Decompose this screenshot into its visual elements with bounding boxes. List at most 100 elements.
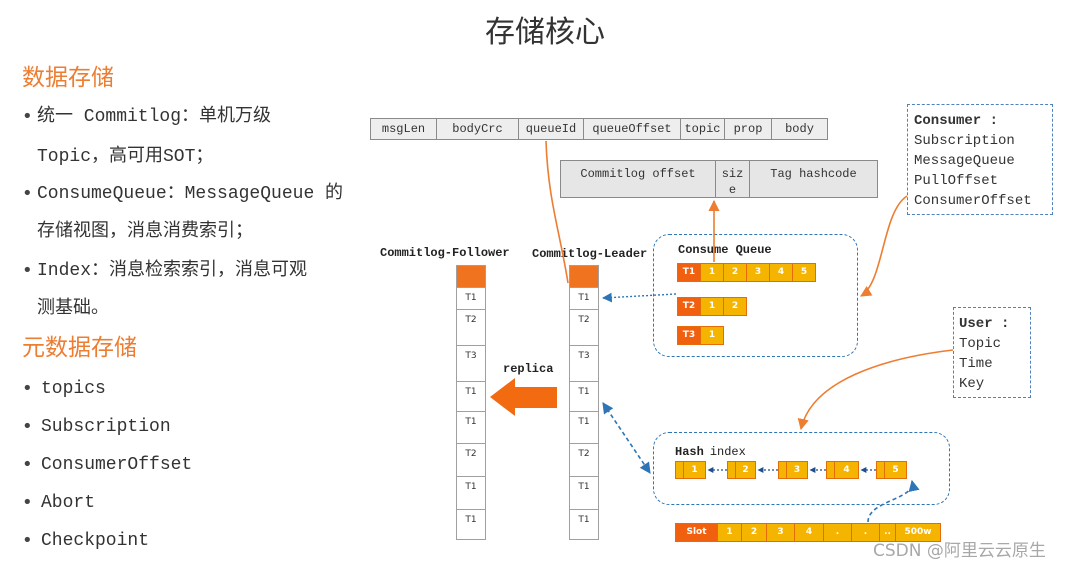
entry-size: size bbox=[716, 161, 750, 197]
consumer-box: Consumer : Subscription MessageQueue Pul… bbox=[907, 104, 1053, 215]
leader-cell: T2 bbox=[570, 444, 598, 477]
hash-entry-pointer bbox=[728, 462, 736, 478]
queue-entry-cell: 5 bbox=[792, 263, 816, 282]
queue-entry-cell: 4 bbox=[769, 263, 793, 282]
slot-label-cell: Slot bbox=[675, 523, 718, 542]
follower-cell: T1 bbox=[457, 477, 485, 510]
watermark: CSDN @阿里云云原生 bbox=[873, 541, 1046, 561]
slot-cell: 3 bbox=[766, 523, 795, 542]
leader-cell: T1 bbox=[570, 477, 598, 510]
follower-cell: T1 bbox=[457, 288, 485, 310]
hash-entry: 4 bbox=[826, 461, 859, 479]
queue-entry-cell: 1 bbox=[700, 326, 724, 345]
hash-entry-number: 2 bbox=[742, 465, 749, 475]
follower-cell: T1 bbox=[465, 515, 477, 525]
slide-title: 存储核心 bbox=[485, 15, 605, 50]
leader-cell: T3 bbox=[570, 346, 598, 382]
message-format-row: msgLen bodyCrc queueId queueOffset topic… bbox=[370, 118, 828, 140]
field-msglen: msgLen bbox=[371, 119, 437, 139]
hash-entry-pointer bbox=[877, 462, 885, 478]
queue-entry-cell: 2 bbox=[723, 263, 747, 282]
bullet-glyph: • bbox=[22, 416, 33, 437]
slot-cell: 4 bbox=[794, 523, 824, 542]
queue-entry-cell: 1 bbox=[700, 263, 724, 282]
user-box: User : Topic Time Key bbox=[953, 307, 1031, 398]
user-title: User : bbox=[959, 316, 1010, 332]
bullet-glyph: • bbox=[22, 454, 33, 475]
bullet-glyph: • bbox=[22, 106, 33, 127]
leader-hash-index-connector bbox=[602, 402, 651, 474]
field-queueoffset: queueOffset bbox=[584, 119, 681, 139]
consumer-to-queue-connector bbox=[860, 195, 908, 297]
queue-topic-cell: T2 bbox=[677, 297, 701, 316]
bullet-glyph: • bbox=[22, 530, 33, 551]
consumer-item-pulloffset: PullOffset bbox=[914, 173, 999, 189]
consumer-title: Consumer : bbox=[914, 113, 999, 129]
leader-cell: T1 bbox=[570, 382, 598, 412]
consume-queue-row-t2: T2 1 2 bbox=[677, 297, 747, 316]
follower-cell: T1 bbox=[457, 412, 485, 444]
user-item-topic: Topic bbox=[959, 336, 1002, 352]
consume-queue-entry-row: Commitlog offset size Tag hashcode bbox=[560, 160, 878, 198]
replica-arrow-icon bbox=[490, 378, 557, 416]
bullet-consumequeue-line1: ConsumeQueue：MessageQueue 的 bbox=[37, 184, 344, 204]
bullet-commitlog-line1: 统一 Commitlog：单机万级 bbox=[37, 107, 272, 127]
field-topic: topic bbox=[681, 119, 725, 139]
hash-entry-number: 5 bbox=[892, 465, 899, 475]
commitlog-leader-column: T1 T2 T3 T1 T1 T2 T1 T1 bbox=[569, 265, 599, 540]
bullet-index-line1: Index：消息检索索引，消息可观 bbox=[37, 261, 308, 281]
user-item-time: Time bbox=[959, 356, 993, 372]
hash-entry-pointer bbox=[827, 462, 835, 478]
consume-queue-row-t3: T3 1 bbox=[677, 326, 724, 345]
user-item-key: Key bbox=[959, 376, 985, 392]
follower-cell: T1 bbox=[457, 382, 485, 412]
follower-cell: T2 bbox=[457, 310, 485, 346]
follower-head-cell bbox=[457, 266, 485, 288]
bullet-topics: topics bbox=[41, 379, 106, 399]
leader-cell: T2 bbox=[570, 310, 598, 346]
leader-head-cell bbox=[570, 266, 598, 288]
bullet-subscription: Subscription bbox=[41, 417, 171, 437]
entry-tag-hashcode: Tag hashcode bbox=[770, 167, 857, 181]
field-prop: prop bbox=[725, 119, 772, 139]
hash-entry-number: 3 bbox=[793, 465, 801, 475]
bullet-glyph: • bbox=[22, 492, 33, 513]
bullet-commitlog-line2: Topic，高可用SOT； bbox=[37, 147, 214, 167]
bullet-abort: Abort bbox=[41, 493, 96, 513]
hash-index-label-rest: index bbox=[709, 445, 746, 459]
queue-entry-cell: 2 bbox=[723, 297, 747, 316]
follower-cell: T2 bbox=[457, 444, 485, 477]
consumer-item-messagequeue: MessageQueue bbox=[914, 153, 1015, 169]
hash-entry: 3 bbox=[778, 461, 808, 479]
hash-entry-pointer bbox=[676, 462, 684, 478]
leader-cell: T1 bbox=[570, 412, 598, 444]
hash-index-label-bold: Hash bbox=[675, 445, 704, 459]
data-storage-heading: 数据存储 bbox=[22, 65, 114, 91]
follower-cell: T3 bbox=[457, 346, 485, 382]
hash-entry: 1 bbox=[675, 461, 706, 479]
consumer-item-subscription: Subscription bbox=[914, 133, 1015, 149]
commitlog-follower-column: T1 T2 T3 T1 T1 T2 T1 T1 bbox=[456, 265, 486, 540]
replica-label: replica bbox=[503, 362, 554, 376]
commitlog-leader-label: Commitlog-Leader bbox=[532, 247, 648, 261]
bullet-checkpoint: Checkpoint bbox=[41, 531, 150, 551]
bullet-index-line2: 测基础。 bbox=[37, 299, 109, 319]
bullet-glyph: • bbox=[22, 260, 33, 281]
field-bodycrc: bodyCrc bbox=[437, 119, 519, 139]
field-queueid: queueId bbox=[519, 119, 584, 139]
field-body: body bbox=[785, 122, 814, 136]
metadata-storage-heading: 元数据存储 bbox=[22, 335, 137, 361]
queue-entry-cell: 3 bbox=[746, 263, 770, 282]
bullet-glyph: • bbox=[22, 378, 33, 399]
bullet-glyph: • bbox=[22, 183, 33, 204]
queue-topic-cell: T1 bbox=[677, 263, 701, 282]
slot-cell: 1 bbox=[717, 523, 742, 542]
entry-commitlog-offset: Commitlog offset bbox=[561, 161, 716, 197]
consumer-item-consumeroffset: ConsumerOffset bbox=[914, 193, 1032, 209]
consume-queue-label: Consume Queue bbox=[678, 243, 772, 257]
user-to-hash-index-connector bbox=[797, 349, 954, 431]
queue-entry-cell: 1 bbox=[700, 297, 724, 316]
leader-cell: T1 bbox=[570, 288, 598, 310]
hash-entry: 2 bbox=[727, 461, 756, 479]
leader-cell: T1 bbox=[578, 515, 590, 525]
